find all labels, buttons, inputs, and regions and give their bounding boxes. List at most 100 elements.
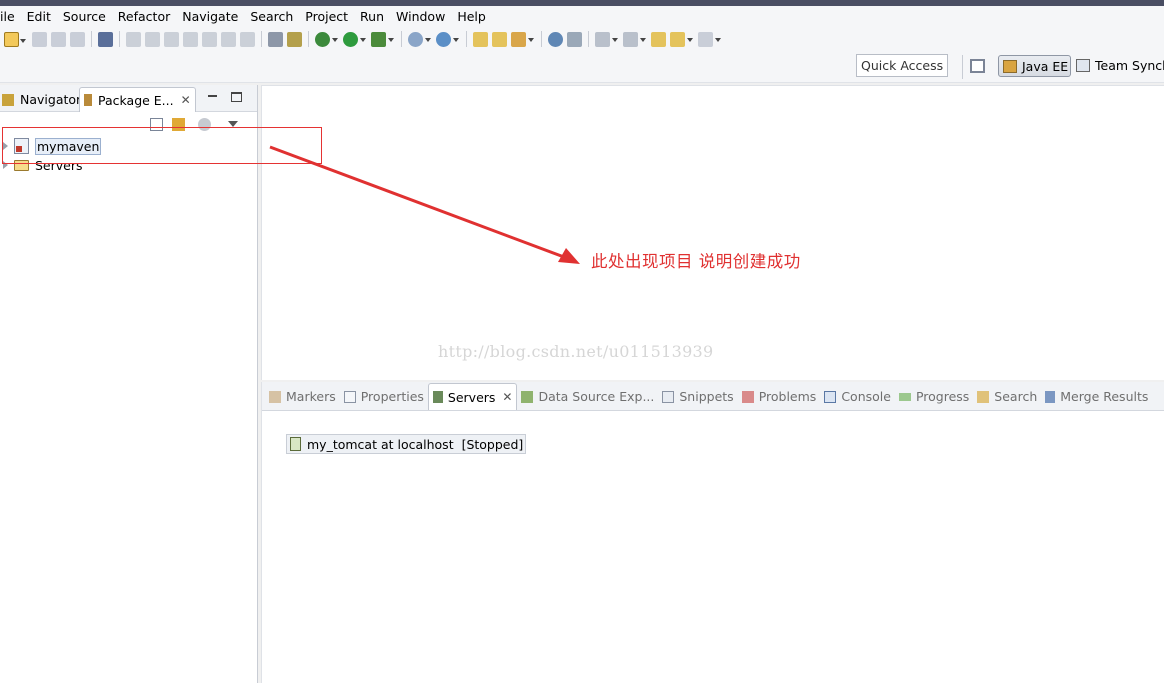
tab-navigator[interactable]: Navigator xyxy=(0,87,85,112)
tab-search[interactable]: Search xyxy=(973,383,1041,410)
tab-search-label: Search xyxy=(994,389,1038,404)
web-browser-icon[interactable] xyxy=(548,31,563,47)
toolbar-separator xyxy=(308,31,309,47)
console-icon xyxy=(824,390,837,403)
menu-project[interactable]: Project xyxy=(299,6,354,27)
bottom-view-tabs: Markers Properties Servers ✕ Data Source… xyxy=(262,382,1164,411)
toolbar-separator xyxy=(119,31,120,47)
menu-file[interactable]: ile xyxy=(0,6,21,27)
tab-console[interactable]: Console xyxy=(820,383,895,410)
toolbar-separator xyxy=(261,31,262,47)
tab-servers[interactable]: Servers ✕ xyxy=(427,383,518,410)
tab-problems[interactable]: Problems xyxy=(738,383,821,410)
markers-icon xyxy=(269,390,281,403)
perspective-java-ee-button[interactable]: Java EE xyxy=(998,55,1071,77)
run-icon[interactable] xyxy=(343,31,366,47)
open-type-icon[interactable] xyxy=(473,31,488,47)
tab-snippets[interactable]: Snippets xyxy=(658,383,737,410)
snippets-icon xyxy=(662,390,675,403)
back-arrow-icon[interactable] xyxy=(670,31,693,47)
close-icon[interactable]: ✕ xyxy=(181,93,191,107)
menu-run[interactable]: Run xyxy=(354,6,390,27)
tab-package-explorer[interactable]: Package E... ✕ xyxy=(79,87,196,112)
forward-icon[interactable] xyxy=(698,31,721,47)
save-all-icon[interactable] xyxy=(51,31,66,47)
server-name: my_tomcat at localhost xyxy=(307,436,454,452)
tab-snippets-label: Snippets xyxy=(679,389,734,404)
print-icon[interactable] xyxy=(70,31,85,47)
quick-access-input[interactable]: Quick Access xyxy=(856,54,948,77)
new-icon[interactable] xyxy=(4,31,26,47)
menu-refactor[interactable]: Refactor xyxy=(112,6,176,27)
tab-progress-label: Progress xyxy=(915,389,970,404)
highlight-box xyxy=(2,127,322,164)
new-server-icon[interactable] xyxy=(408,31,431,47)
last-edit-location-icon[interactable] xyxy=(623,31,646,47)
open-perspective-icon[interactable] xyxy=(970,59,985,73)
data-source-icon xyxy=(521,390,534,403)
progress-icon xyxy=(898,392,911,401)
left-view-tabs: Navigator Package E... ✕ xyxy=(0,85,257,112)
toolbar-separator xyxy=(91,31,92,47)
new-java-class-icon[interactable] xyxy=(436,31,459,47)
step-into-icon[interactable] xyxy=(202,31,217,47)
package-explorer-view: Navigator Package E... ✕ mymaven Servers xyxy=(0,85,258,683)
disconnect-icon[interactable] xyxy=(183,31,198,47)
debug-icon[interactable] xyxy=(315,31,338,47)
servers-view: Markers Properties Servers ✕ Data Source… xyxy=(261,382,1164,683)
tomcat-server-icon xyxy=(290,437,301,451)
open-task-icon[interactable] xyxy=(492,31,507,47)
close-icon[interactable]: ✕ xyxy=(502,390,512,404)
menu-source[interactable]: Source xyxy=(57,6,112,27)
tab-merge-results-label: Merge Results xyxy=(1060,389,1149,404)
perspective-bar: Quick Access Java EE Team Synch xyxy=(0,51,1164,83)
back-icon[interactable] xyxy=(651,31,666,47)
tab-navigator-label: Navigator xyxy=(20,92,82,107)
menu-navigate[interactable]: Navigate xyxy=(176,6,244,27)
merge-results-icon xyxy=(1045,390,1056,403)
menu-edit[interactable]: Edit xyxy=(21,6,57,27)
previous-annotation-icon[interactable] xyxy=(595,31,618,47)
problems-icon xyxy=(741,390,754,403)
toolbar-separator xyxy=(588,31,589,47)
toolbar-separator xyxy=(541,31,542,47)
run-external-tools-icon[interactable] xyxy=(371,31,394,47)
step-return-icon[interactable] xyxy=(240,31,255,47)
search-icon[interactable] xyxy=(511,31,534,47)
perspective-team-sync-button[interactable]: Team Synch xyxy=(1076,58,1164,73)
editor-area xyxy=(261,85,1164,380)
terminate-icon[interactable] xyxy=(164,31,179,47)
toolbar-separator xyxy=(401,31,402,47)
menu-help[interactable]: Help xyxy=(451,6,492,27)
java-ee-icon xyxy=(1003,59,1017,73)
tab-markers[interactable]: Markers xyxy=(265,383,340,410)
team-sync-icon xyxy=(1076,59,1090,72)
drop-to-frame-icon[interactable] xyxy=(268,31,283,47)
suspend-icon[interactable] xyxy=(145,31,160,47)
tab-progress[interactable]: Progress xyxy=(895,383,973,410)
minimize-icon[interactable] xyxy=(207,91,219,103)
tab-merge-results[interactable]: Merge Results xyxy=(1041,383,1152,410)
server-entry[interactable]: my_tomcat at localhost [Stopped] xyxy=(286,434,527,454)
next-annotation-icon[interactable] xyxy=(567,31,582,47)
tab-problems-label: Problems xyxy=(758,389,817,404)
tab-properties[interactable]: Properties xyxy=(340,383,428,410)
perspective-team-sync-label: Team Synch xyxy=(1095,58,1164,73)
menu-window[interactable]: Window xyxy=(390,6,451,27)
annotation-text: 此处出现项目 说明创建成功 xyxy=(591,252,801,271)
maximize-icon[interactable] xyxy=(231,92,242,102)
menu-search[interactable]: Search xyxy=(244,6,299,27)
watermark-text: http://blog.csdn.net/u011513939 xyxy=(438,342,714,361)
server-status-spacer xyxy=(454,437,462,452)
save-icon[interactable] xyxy=(32,31,47,47)
resume-icon[interactable] xyxy=(126,31,141,47)
skip-breakpoints-icon[interactable] xyxy=(98,31,113,47)
tab-data-source-explorer[interactable]: Data Source Exp... xyxy=(517,383,658,410)
server-status: [Stopped] xyxy=(461,436,524,452)
use-step-filters-icon[interactable] xyxy=(287,31,302,47)
tab-data-source-label: Data Source Exp... xyxy=(538,389,655,404)
tab-servers-label: Servers xyxy=(447,389,496,405)
properties-icon xyxy=(343,390,356,403)
menu-bar: ile Edit Source Refactor Navigate Search… xyxy=(0,6,1164,27)
step-over-icon[interactable] xyxy=(221,31,236,47)
